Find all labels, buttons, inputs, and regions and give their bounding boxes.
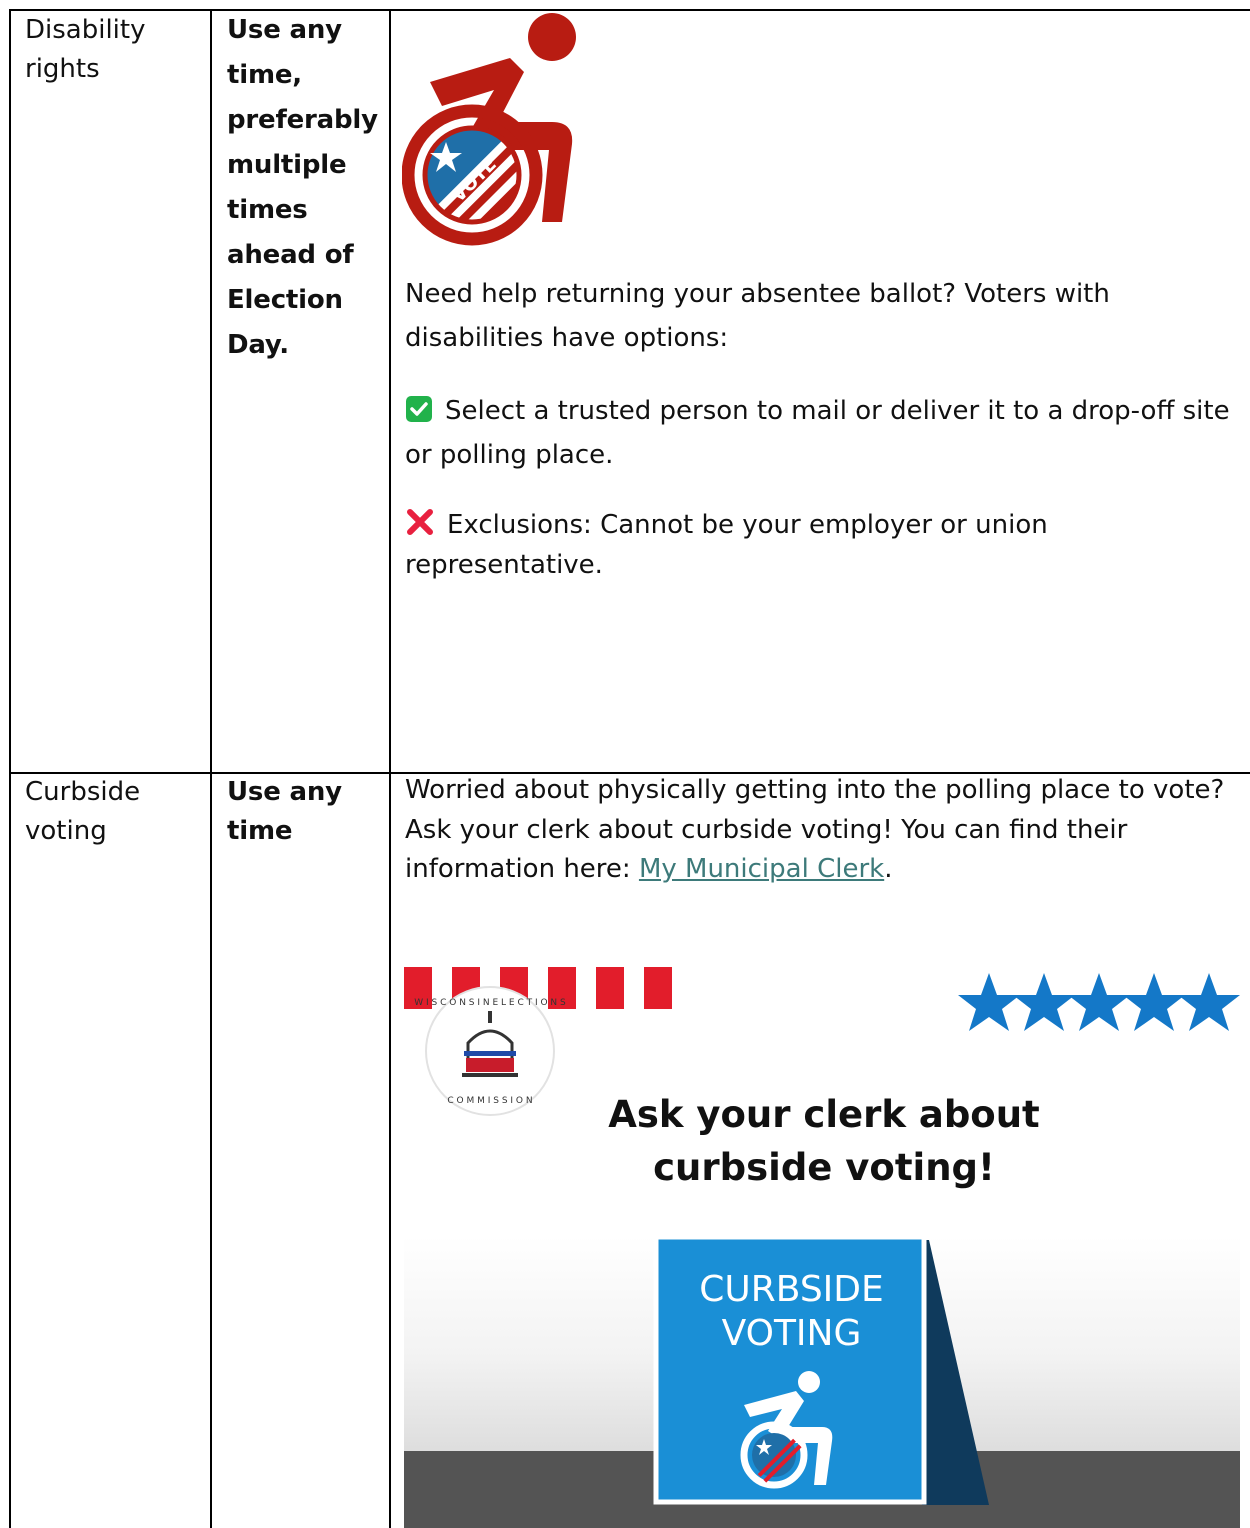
check-item-text: Select a trusted person to mail or deliv… bbox=[405, 396, 1230, 470]
row2-timing: Use any time bbox=[227, 777, 342, 846]
star-icon bbox=[1013, 973, 1075, 1031]
curbside-voting-banner: W I S C O N S I N E L E C T I O N S C O … bbox=[404, 945, 1240, 1528]
star-icon bbox=[1178, 973, 1240, 1031]
table-border-col1 bbox=[210, 9, 212, 1528]
row1-timing: Use any time, preferably multiple times … bbox=[227, 15, 378, 360]
table-border-left bbox=[9, 9, 11, 1528]
row2-text-end: . bbox=[884, 854, 893, 884]
star-icon bbox=[1123, 973, 1185, 1031]
cross-item-text: Exclusions: Cannot be your employer or u… bbox=[405, 510, 1048, 580]
banner-graphics: W I S C O N S I N E L E C T I O N S C O … bbox=[404, 967, 1240, 1528]
row1-cross-item: Exclusions: Cannot be your employer or u… bbox=[405, 505, 1240, 585]
row1-topic: Disability rights bbox=[25, 15, 146, 84]
svg-text:W I S C O N S I N E L E C T: W I S C O N S I N E L E C T I O N S bbox=[414, 998, 566, 1008]
sign-text: CURBSIDE VOTING bbox=[699, 1269, 884, 1354]
check-icon bbox=[406, 396, 432, 422]
stripe bbox=[596, 967, 624, 1009]
table-border-col2 bbox=[389, 9, 391, 1528]
row2-topic: Curbside voting bbox=[25, 777, 141, 846]
star-icon bbox=[1068, 973, 1130, 1031]
cross-icon bbox=[407, 509, 433, 535]
stripe bbox=[644, 967, 672, 1009]
row1-check-item: Select a trusted person to mail or deliv… bbox=[405, 389, 1240, 477]
svg-text:C O M M I S S I O N: C O M M I S S I O N bbox=[447, 1096, 532, 1106]
row1-intro: Need help returning your absentee ballot… bbox=[405, 279, 1110, 353]
star-icon bbox=[958, 973, 1020, 1031]
accessible-voting-icon: VOTE bbox=[402, 13, 576, 246]
banner-headline: Ask your clerk about curbside voting! bbox=[608, 1093, 1040, 1189]
row2-paragraph: Worried about physically getting into th… bbox=[405, 771, 1240, 890]
municipal-clerk-link[interactable]: My Municipal Clerk bbox=[639, 854, 884, 884]
